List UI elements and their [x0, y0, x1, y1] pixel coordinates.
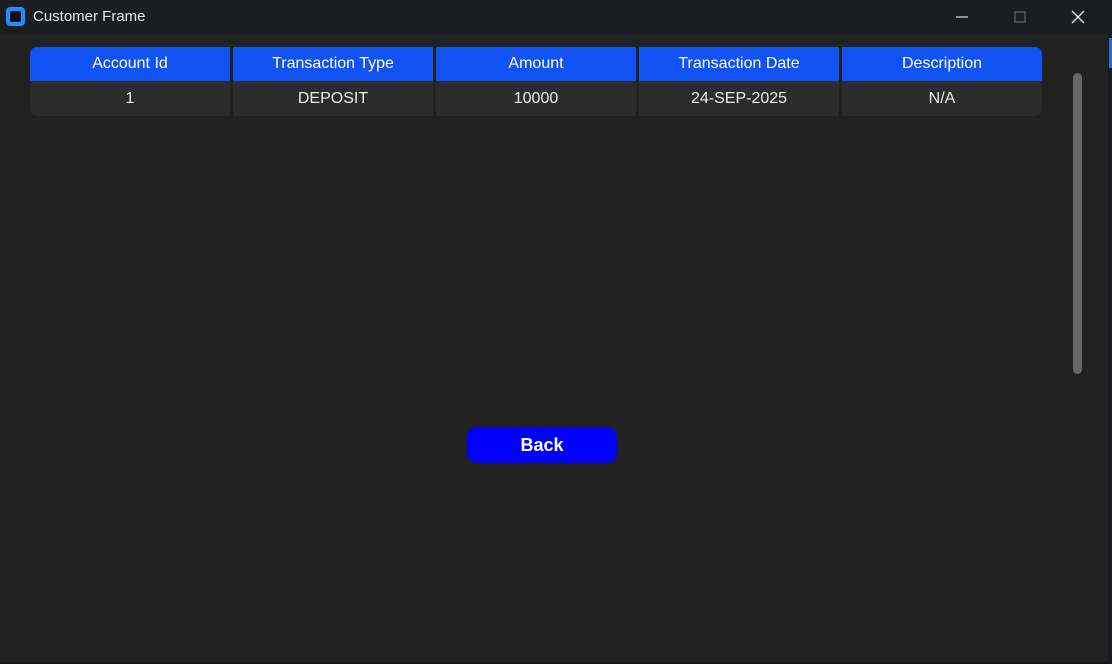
title-bar[interactable]: Customer Frame: [0, 0, 1112, 34]
window-edge: [1108, 34, 1112, 664]
column-header-account-id[interactable]: Account Id: [30, 47, 230, 81]
table-header-row: Account Id Transaction Type Amount Trans…: [30, 47, 1042, 81]
cell-description: N/A: [842, 81, 1042, 116]
cell-account-id: 1: [30, 81, 230, 116]
transactions-table: Account Id Transaction Type Amount Trans…: [30, 47, 1042, 116]
column-header-transaction-date[interactable]: Transaction Date: [639, 47, 839, 81]
maximize-button[interactable]: [997, 0, 1043, 34]
maximize-icon: [1014, 11, 1026, 23]
cell-amount: 10000: [436, 81, 636, 116]
column-header-description[interactable]: Description: [842, 47, 1042, 81]
close-icon: [1071, 10, 1085, 24]
cell-transaction-date: 24-SEP-2025: [639, 81, 839, 116]
column-header-amount[interactable]: Amount: [436, 47, 636, 81]
content-area: [0, 34, 1110, 662]
back-button[interactable]: Back: [467, 427, 617, 463]
minimize-icon: [956, 16, 968, 18]
column-header-transaction-type[interactable]: Transaction Type: [233, 47, 433, 81]
table-row[interactable]: 1 DEPOSIT 10000 24-SEP-2025 N/A: [30, 81, 1042, 116]
customer-frame-window: Customer Frame Account Id Transaction Ty…: [0, 0, 1112, 664]
window-title: Customer Frame: [33, 8, 146, 25]
app-square-icon: [6, 7, 25, 26]
minimize-button[interactable]: [939, 0, 985, 34]
cell-transaction-type: DEPOSIT: [233, 81, 433, 116]
vertical-scrollbar-thumb[interactable]: [1073, 73, 1082, 374]
close-button[interactable]: [1055, 0, 1101, 34]
